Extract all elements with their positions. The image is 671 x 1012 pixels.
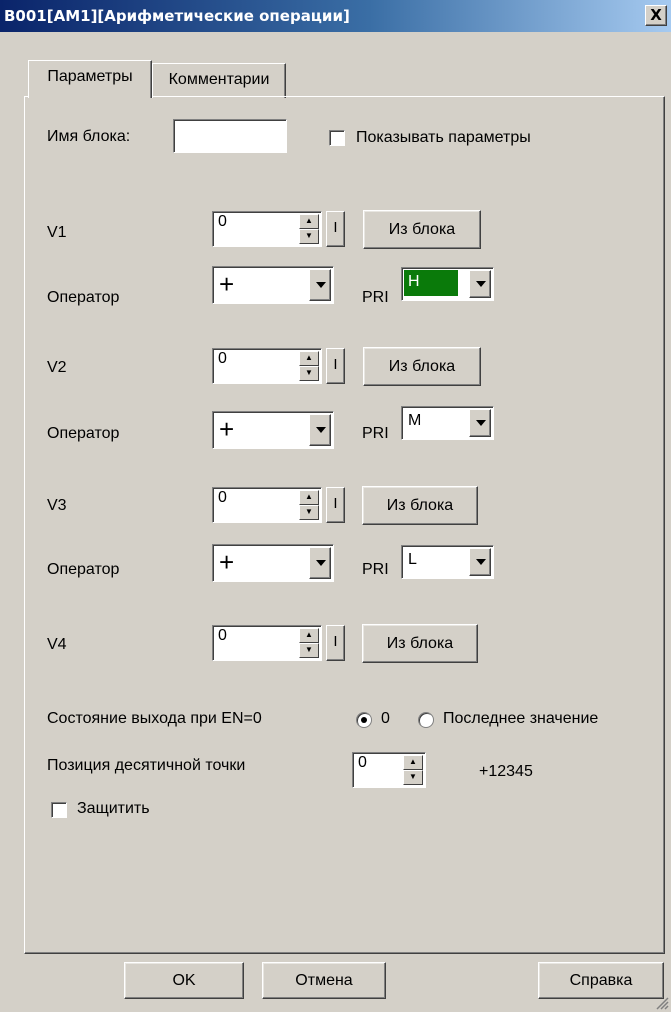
resize-grip-icon[interactable] xyxy=(655,996,669,1010)
ok-button[interactable]: OK xyxy=(124,962,244,999)
parameters-panel xyxy=(24,96,665,954)
tab-parameters[interactable]: Параметры xyxy=(28,60,152,98)
help-button[interactable]: Справка xyxy=(538,962,664,999)
close-button[interactable]: X xyxy=(645,5,667,26)
cancel-button[interactable]: Отмена xyxy=(262,962,386,999)
window-title: B001[AM1][Арифметические операции] xyxy=(4,7,350,25)
tab-comments[interactable]: Комментарии xyxy=(152,63,286,98)
title-bar: B001[AM1][Арифметические операции] X xyxy=(0,0,671,32)
